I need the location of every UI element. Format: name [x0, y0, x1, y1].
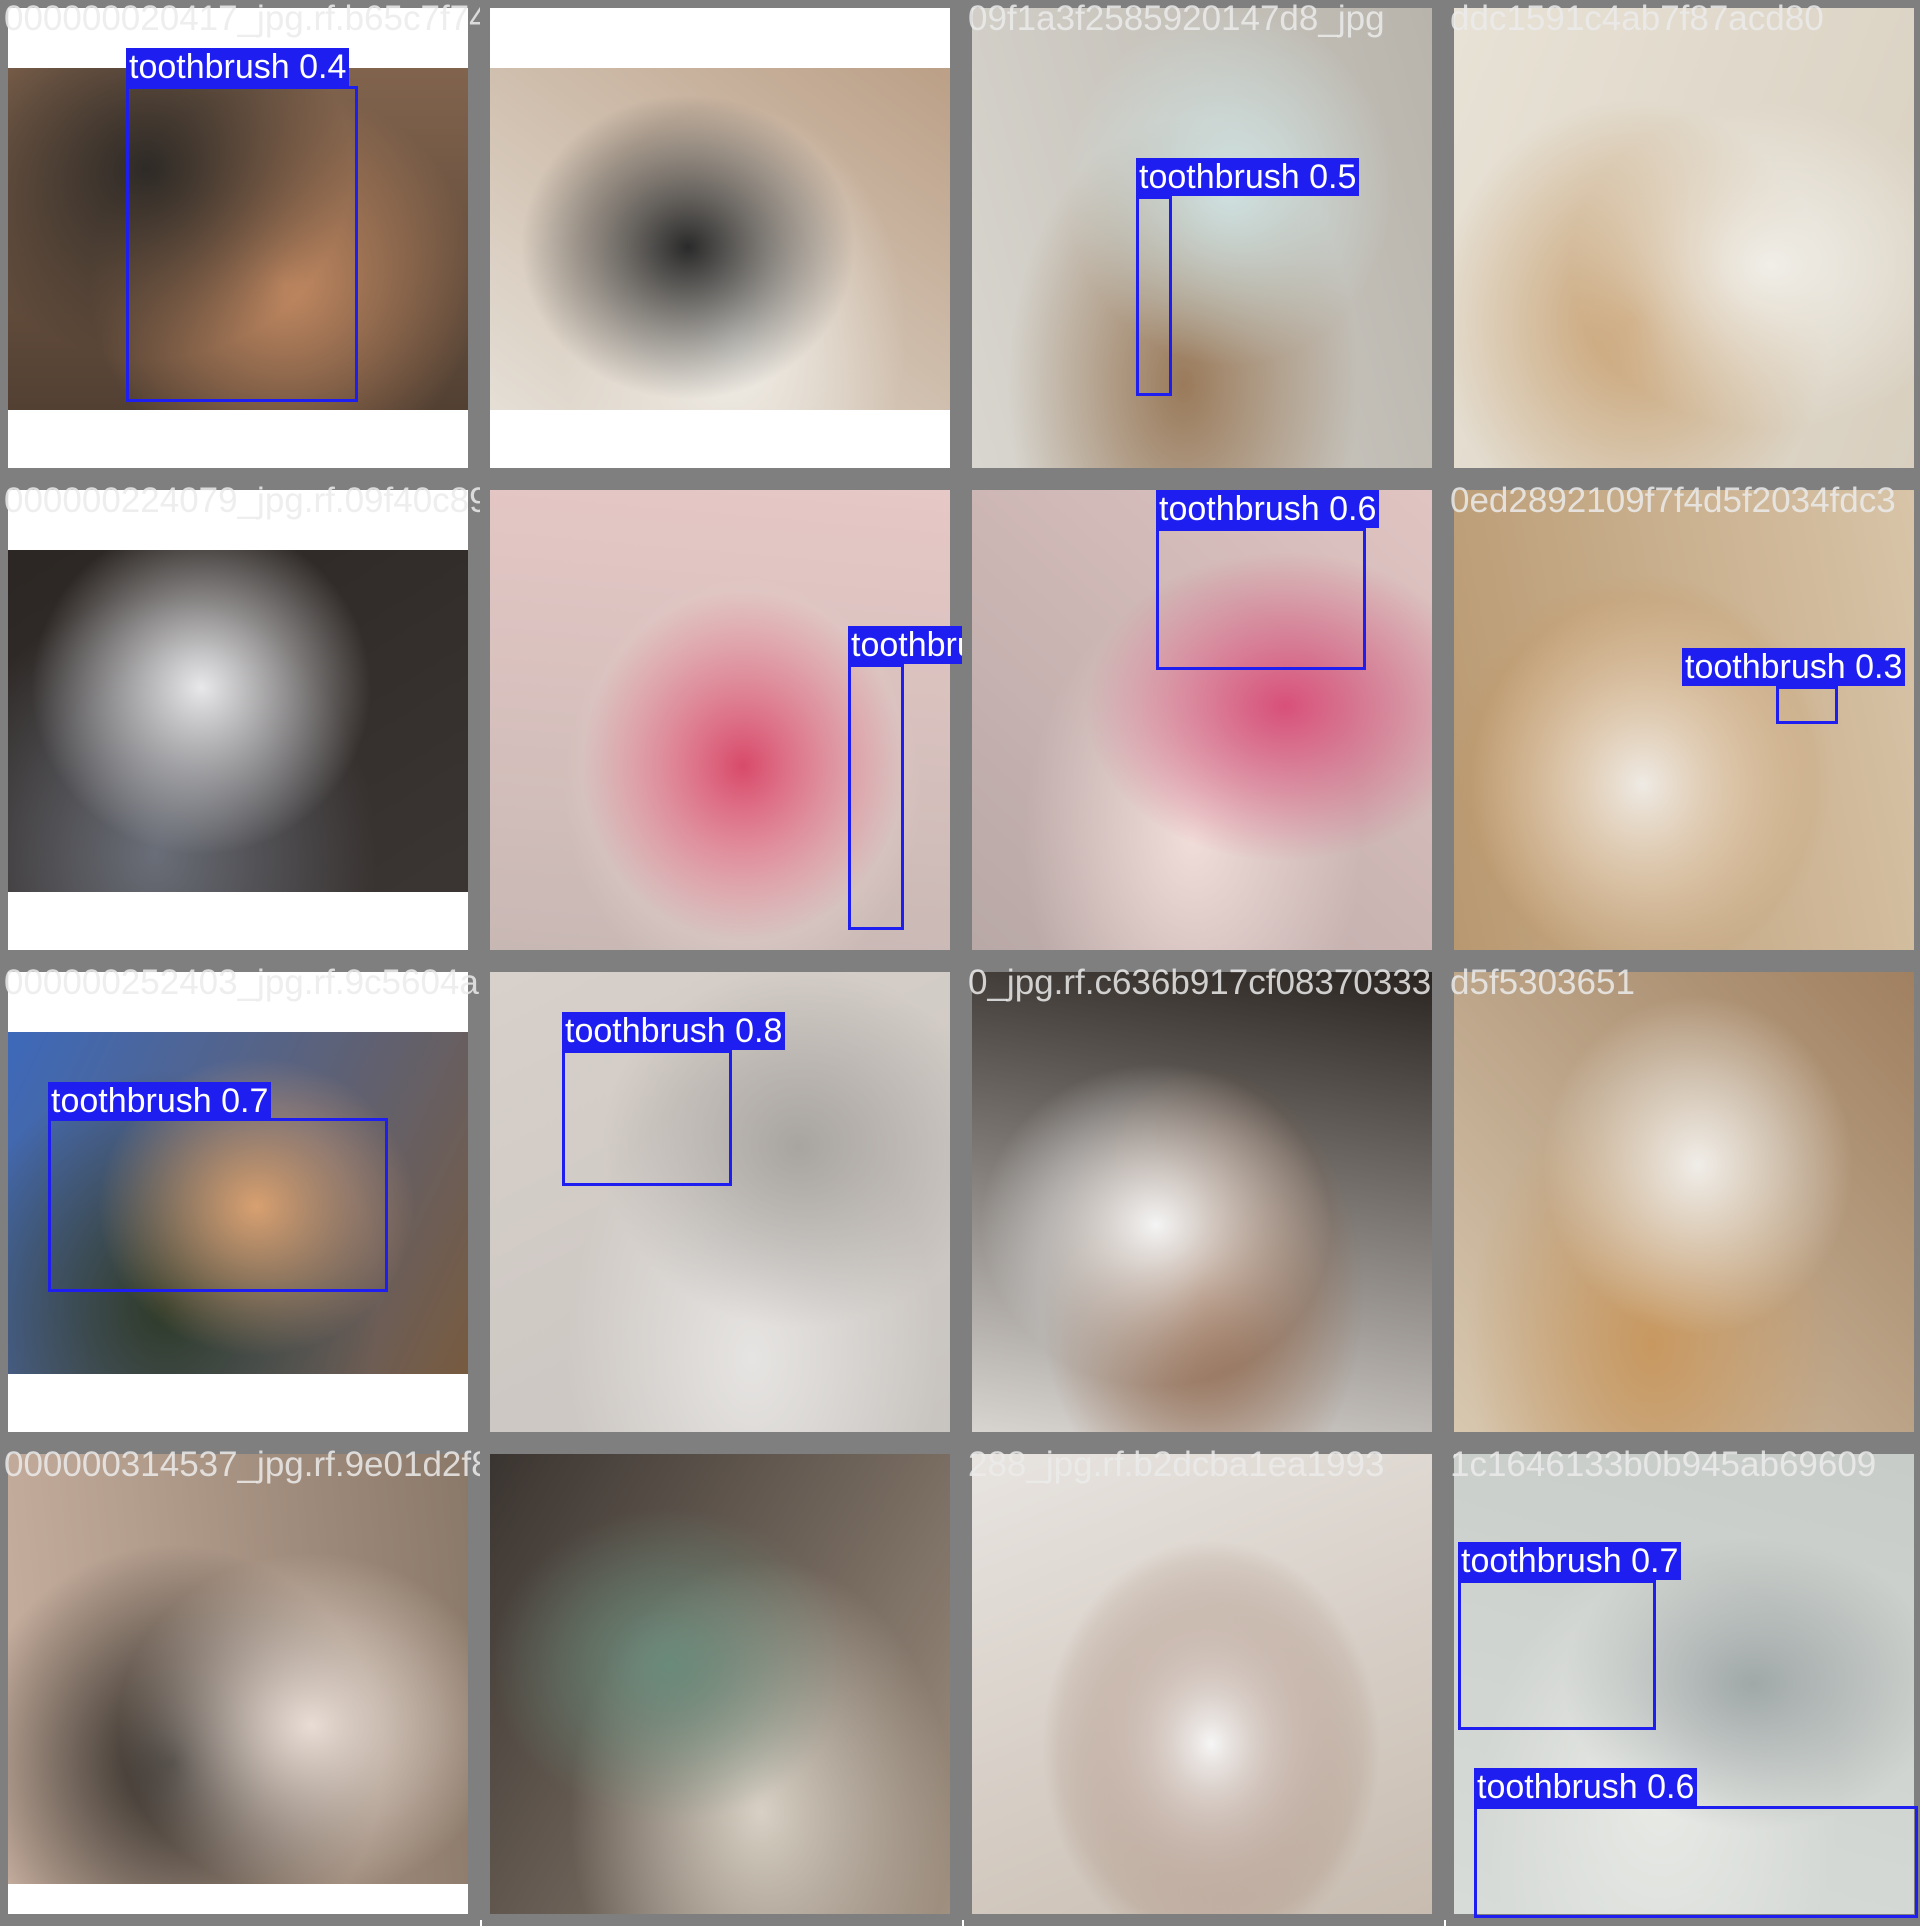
image-tile: 0_jpg.rf.c636b917cf08370333: [964, 964, 1444, 1444]
detection-label: toothbrush 0.3: [1682, 648, 1906, 686]
detection-box: [1156, 528, 1366, 670]
detection-box: [1136, 196, 1172, 396]
image-tile: [482, 1446, 962, 1926]
image-filename: 288_jpg.rf.b2dcba1ea1993: [968, 1446, 1385, 1484]
tile-photo: [1454, 972, 1914, 1432]
tile-photo: [972, 972, 1432, 1432]
image-tile: 000000314537_jpg.rf.9e01d2f85-8be6f45899…: [0, 1446, 480, 1926]
image-tile: toothbrush 0.6: [964, 482, 1444, 962]
image-tile: 000000224079_jpg.rf.09f40c89406710ee38d4…: [0, 482, 480, 962]
tile-photo: [490, 8, 950, 468]
image-filename: 000000314537_jpg.rf.9e01d2f85-8be6f45899…: [4, 1446, 480, 1484]
detection-box: [48, 1118, 388, 1292]
tile-photo: [1454, 490, 1914, 950]
detection-box: [562, 1050, 732, 1186]
detection-box: [848, 664, 904, 930]
image-filename: ddc1591c4ab7f87acd80: [1450, 0, 1824, 38]
detection-label: toothbrush 0.4: [126, 48, 350, 86]
detection-grid: 000000020417_jpg.rf.b65c7f7470385980822 …: [0, 0, 1920, 1926]
image-filename: 000000020417_jpg.rf.b65c7f7470385980822 …: [4, 0, 480, 38]
detection-label: toothbrush 0.6: [848, 626, 962, 664]
image-filename: d5f5303651: [1450, 964, 1635, 1002]
image-filename: 0_jpg.rf.c636b917cf08370333: [968, 964, 1432, 1002]
image-filename: 000000224079_jpg.rf.09f40c89406710ee38d4…: [4, 482, 480, 520]
letterbox-padding: [8, 892, 468, 950]
letterbox-padding: [8, 1374, 468, 1432]
detection-box: [126, 86, 358, 402]
tile-photo: [1454, 8, 1914, 468]
image-tile: [482, 0, 962, 480]
detection-label: toothbrush 0.6: [1474, 1768, 1698, 1806]
image-filename: 1c1646133b0b945ab69609: [1450, 1446, 1877, 1484]
image-tile: 0ed2892109f7f4d5f2034fdc3 toothbrush 0.3: [1446, 482, 1920, 962]
detection-label: toothbrush 0.6: [1156, 490, 1380, 528]
detection-label: toothbrush 0.7: [48, 1082, 272, 1120]
image-tile: 288_jpg.rf.b2dcba1ea1993: [964, 1446, 1444, 1926]
detection-box: [1776, 686, 1838, 724]
detection-label: toothbrush 0.7: [1458, 1542, 1682, 1580]
image-tile: toothbrush 0.6: [482, 482, 962, 962]
tile-photo: [8, 490, 468, 950]
tile-photo: [972, 8, 1432, 468]
detection-label: toothbrush 0.8: [562, 1012, 786, 1050]
image-tile: 000000020417_jpg.rf.b65c7f7470385980822 …: [0, 0, 480, 480]
image-tile: d5f5303651: [1446, 964, 1920, 1444]
detection-box: [1474, 1806, 1918, 1918]
detection-box: [1458, 1580, 1656, 1730]
image-tile: 000000252403_jpg.rf.9c5604a12dgb9fff6f52…: [0, 964, 480, 1444]
image-filename: 0ed2892109f7f4d5f2034fdc3: [1450, 482, 1896, 520]
letterbox-padding: [490, 8, 950, 68]
letterbox-padding: [8, 1884, 468, 1914]
image-tile: toothbrush 0.8: [482, 964, 962, 1444]
image-filename: 09f1a3f2585920147d8_jpg: [968, 0, 1385, 38]
tile-photo: [8, 1454, 468, 1914]
image-filename: 000000252403_jpg.rf.9c5604a12dgb9fff6f52…: [4, 964, 480, 1002]
image-tile: 09f1a3f2585920147d8_jpg toothbrush 0.5: [964, 0, 1444, 480]
letterbox-padding: [8, 410, 468, 468]
detection-label: toothbrush 0.5: [1136, 158, 1360, 196]
letterbox-padding: [490, 410, 950, 468]
image-tile: ddc1591c4ab7f87acd80: [1446, 0, 1920, 480]
image-tile: 1c1646133b0b945ab69609 toothbrush 0.7 toot…: [1446, 1446, 1920, 1926]
tile-photo: [490, 1454, 950, 1914]
tile-photo: [972, 1454, 1432, 1914]
